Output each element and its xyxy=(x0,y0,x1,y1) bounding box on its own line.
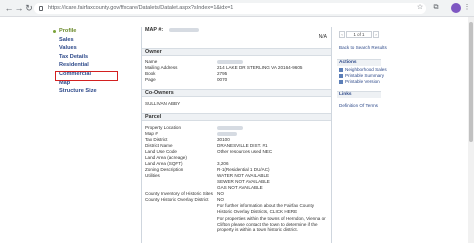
parcel-label: Tax District xyxy=(145,137,168,142)
owner-label-book: Book xyxy=(145,71,156,76)
parcel-label: District Name xyxy=(145,143,173,148)
nav-item-structure-size[interactable]: Structure Size xyxy=(52,87,122,96)
nav-item-label: Tax Details xyxy=(59,53,89,60)
address-bar[interactable]: https://icare.fairfaxcounty.gov/ffxcare/… xyxy=(34,3,426,14)
owner-mailing-address: 214 LAKE DR STERLING VA 20164-9605 xyxy=(217,65,303,70)
owner-label-name: Name xyxy=(145,59,158,64)
next-record-button[interactable]: › xyxy=(373,31,379,38)
star-icon[interactable]: ☆ xyxy=(416,4,424,12)
na-text: N/A xyxy=(318,34,327,40)
co-owners-header: Co-Owners xyxy=(142,89,331,97)
nav-item-residential[interactable]: Residential xyxy=(52,61,122,70)
parcel-value: R-1(Residential 1 DU/AC) xyxy=(217,167,270,172)
parcel-value: GAS NOT AVAILABLE xyxy=(217,185,263,190)
nav-item-label: Profile xyxy=(59,28,77,34)
action-neighborhood-sales[interactable]: Neighborhood Sales xyxy=(345,67,387,72)
address-bar-url: https://icare.fairfaxcounty.gov/ffxcare/… xyxy=(48,5,234,11)
highlight-box xyxy=(55,71,118,81)
owner-page: 0070 xyxy=(217,77,228,82)
town-historic-note: For properties within the towns of Hernd… xyxy=(217,216,326,233)
parcel-value: Other resources used NEC xyxy=(217,149,273,154)
parcel-value: SEWER NOT AVAILABLE xyxy=(217,179,270,184)
action-printable-summary[interactable]: Printable Summary xyxy=(345,73,384,78)
neighborhood-sales-icon xyxy=(339,68,343,72)
parcel-value: 30100 xyxy=(217,137,230,142)
menu-icon[interactable]: ⋮ xyxy=(463,4,471,12)
redacted-property-location xyxy=(217,126,243,130)
nav-item-label: Values xyxy=(59,45,77,52)
extensions-icon[interactable]: ⧉ xyxy=(432,4,440,12)
parcel-label: Zoning Description xyxy=(145,167,184,172)
historic-overlay-note[interactable]: For further information about the Fairfa… xyxy=(217,203,329,214)
nav-item-values[interactable]: Values xyxy=(52,44,122,53)
main-panel: MAP #: N/A Owner Name Mailing Address 21… xyxy=(141,27,332,243)
printable-summary-icon xyxy=(339,74,343,78)
owner-book: 2795 xyxy=(217,71,228,76)
owner-header: Owner xyxy=(142,48,331,56)
owner-label-mailing: Mailing Address xyxy=(145,65,178,70)
definition-of-terms-link[interactable]: Definition Of Terms xyxy=(339,103,378,108)
lock-icon xyxy=(39,6,43,11)
prev-record-button[interactable]: ‹ xyxy=(339,31,345,38)
parcel-value: WATER NOT AVAILABLE xyxy=(217,173,270,178)
redacted-owner-name xyxy=(217,60,243,64)
redacted-map-number xyxy=(169,28,199,32)
parcel-value: 3,206 xyxy=(217,161,229,166)
links-header: Links xyxy=(337,91,381,98)
nav-item-profile[interactable]: Profile xyxy=(52,27,122,36)
page-content: Profile Sales Values Tax Details Residen… xyxy=(0,17,474,243)
back-icon[interactable]: ← xyxy=(4,3,14,13)
parcel-label: County Inventory of Historic Sites xyxy=(145,191,213,196)
scrollbar-thumb[interactable] xyxy=(469,22,473,142)
map-number-label: MAP #: xyxy=(145,27,164,33)
printable-version-icon xyxy=(339,80,343,84)
record-pager: 1 of 1 xyxy=(346,31,372,38)
forward-icon[interactable]: → xyxy=(14,3,24,13)
nav-item-tax-details[interactable]: Tax Details xyxy=(52,53,122,62)
back-to-search-link[interactable]: Back to Search Results xyxy=(339,45,387,50)
nav-item-label: Residential xyxy=(59,62,89,69)
left-nav: Profile Sales Values Tax Details Residen… xyxy=(52,27,122,96)
redacted-map-value xyxy=(217,132,237,136)
parcel-label: Land Area (acreage) xyxy=(145,155,187,160)
reload-icon[interactable]: ↻ xyxy=(24,3,34,13)
owner-label-page: Page xyxy=(145,77,156,82)
parcel-header: Parcel xyxy=(142,113,331,121)
parcel-value: NO xyxy=(217,197,224,202)
actions-header: Actions xyxy=(337,59,381,66)
co-owner-name: SULLIVAN ABBY xyxy=(145,101,181,106)
bullet-icon xyxy=(53,30,56,33)
browser-toolbar: ← → ↻ https://icare.fairfaxcounty.gov/ff… xyxy=(0,0,474,17)
parcel-value: DRANESVILLE DIST. #1 xyxy=(217,143,268,148)
action-printable-version[interactable]: Printable Version xyxy=(345,79,380,84)
parcel-label: Land Area (SQFT) xyxy=(145,161,183,166)
parcel-label: Property Location xyxy=(145,125,182,130)
profile-icon[interactable] xyxy=(451,3,461,13)
parcel-value: NO xyxy=(217,191,224,196)
parcel-label: Land Use Code xyxy=(145,149,177,154)
nav-item-label: Structure Size xyxy=(59,88,97,95)
nav-item-label: Sales xyxy=(59,36,74,43)
parcel-label: Map # xyxy=(145,131,158,136)
parcel-label: Utilities xyxy=(145,173,160,178)
nav-item-sales[interactable]: Sales xyxy=(52,36,122,45)
parcel-label: County Historic Overlay District xyxy=(145,197,209,202)
